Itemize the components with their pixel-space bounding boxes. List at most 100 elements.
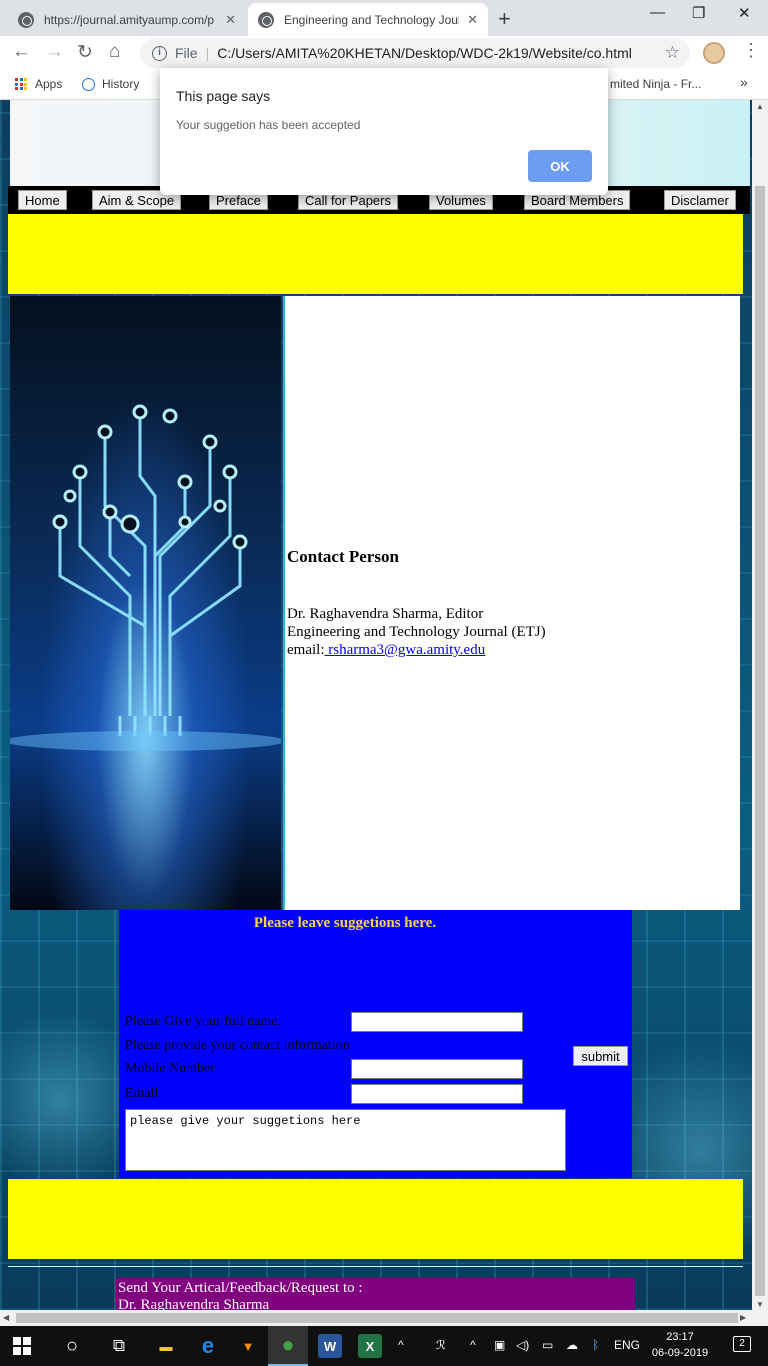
tab-title: Engineering and Technology Jour [284,12,460,27]
word-icon: W [318,1334,342,1358]
horizontal-scrollbar[interactable]: ◀ ▶ [0,1310,752,1326]
taskbar-excel[interactable]: X [350,1326,390,1366]
dialog-title: This page says [176,88,271,104]
history-icon [82,77,95,91]
contact-email-row: email: rsharma3@gwa.amity.edu [287,641,546,659]
url-text[interactable]: C:/Users/AMITA%20KHETAN/Desktop/WDC-2k19… [217,45,632,61]
people-icon[interactable]: ℛ [436,1338,446,1352]
tab-strip: https://journal.amityaump.com/p ✕ Engine… [0,0,768,36]
tray-chevron-icon[interactable]: ^ [470,1338,476,1352]
scheme-label: File [175,45,198,61]
form-title: Please leave suggetions here. [253,915,437,931]
minimize-button[interactable]: — [650,4,665,21]
bookmark-history[interactable]: History [82,77,139,91]
new-tab-button[interactable]: + [498,6,511,32]
task-view-button[interactable]: ⧉ [99,1326,139,1366]
tab-title: https://journal.amityaump.com/p [44,12,215,27]
tab-journal-amityaump[interactable]: https://journal.amityaump.com/p ✕ [8,3,246,36]
full-name-input[interactable] [351,1012,523,1032]
brave-icon: ▼ [241,1338,255,1354]
network-icon[interactable]: ▣ [494,1338,505,1352]
submit-button[interactable]: submit [573,1046,628,1066]
mobile-input[interactable] [351,1059,523,1079]
menu-icon[interactable]: ⋮ [742,40,760,61]
taskbar-chrome[interactable]: ● [268,1326,308,1366]
windows-taskbar: ○ ⧉ ▬ e ▼ ● W X ^ ℛ ^ ▣ ◁) ▭ ☁ ᛒ ENG 23:… [0,1326,768,1366]
taskbar-file-explorer[interactable]: ▬ [146,1326,186,1366]
task-view-icon: ⧉ [112,1336,126,1355]
windows-icon [13,1337,31,1355]
suggestion-form: Please leave suggetions here. Please Giv… [119,910,632,1178]
taskbar-brave[interactable]: ▼ [228,1326,268,1366]
reload-icon[interactable]: ↻ [77,41,93,64]
full-name-label: Please Give your full name: [125,1014,282,1029]
folder-icon: ▬ [159,1338,173,1354]
vertical-scroll-thumb[interactable] [755,186,765,1296]
nav-home-button[interactable]: Home [18,190,67,210]
scroll-down-icon[interactable]: ▼ [756,1300,764,1309]
horizontal-scroll-thumb[interactable] [16,1313,738,1323]
start-button[interactable] [2,1326,42,1366]
clock-date: 06-09-2019 [651,1347,709,1359]
excel-icon: X [358,1334,382,1358]
contact-journal: Engineering and Technology Journal (ETJ) [287,624,546,640]
scroll-left-icon[interactable]: ◀ [3,1313,9,1322]
suggestion-textarea[interactable]: please give your suggetions here [125,1109,566,1171]
taskbar-edge[interactable]: e [188,1326,228,1366]
forward-icon[interactable]: → [45,41,64,63]
bookmark-label: History [102,77,140,91]
scroll-right-icon[interactable]: ▶ [740,1313,746,1322]
search-button[interactable]: ○ [52,1326,92,1366]
feedback-line-2: Dr. Raghavendra Sharma [118,1297,270,1310]
close-tab-icon[interactable]: ✕ [467,12,478,28]
taskbar-word[interactable]: W [310,1326,350,1366]
back-icon[interactable]: ← [12,41,31,63]
email-link[interactable]: rsharma3@gwa.amity.edu [325,642,485,658]
bookmarks-overflow-icon[interactable]: » [740,74,748,90]
notifications-icon[interactable]: 2 [733,1336,751,1352]
page-viewport: Home Aim & Scope Preface Call for Papers… [0,100,752,1310]
globe-icon [258,11,274,28]
contact-details: Dr. Raghavendra Sharma, Editor Engineeri… [287,605,546,659]
close-window-button[interactable]: ✕ [738,4,751,22]
yellow-banner-top [8,214,743,294]
onedrive-icon[interactable]: ☁ [566,1338,578,1352]
divider-line [8,1266,743,1267]
overflow-chevron-icon[interactable]: ^ [398,1338,404,1352]
bookmark-label: Apps [35,77,63,91]
dialog-ok-button[interactable]: OK [528,150,592,182]
volume-icon[interactable]: ◁) [516,1338,529,1352]
battery-icon[interactable]: ▭ [542,1338,553,1352]
mobile-label: Mobile Number [125,1061,215,1076]
restore-button[interactable]: ❐ [692,4,705,22]
alert-dialog: This page says Your suggetion has been a… [160,68,608,195]
globe-icon [18,11,34,28]
chrome-icon: ● [281,1332,295,1357]
nav-disclamer-button[interactable]: Disclamer [664,190,736,210]
bookmark-apps[interactable]: Apps [15,77,62,91]
bookmark-limited-ninja[interactable]: mited Ninja - Fr... [610,77,701,91]
omnibox-divider: | [205,45,210,61]
close-tab-icon[interactable]: ✕ [225,12,236,28]
feedback-line-1: Send Your Artical/Feedback/Request to : [118,1280,363,1296]
email-label: email: [287,642,325,658]
clock-time: 23:17 [666,1331,694,1343]
vertical-scrollbar[interactable]: ▲ ▼ [752,100,768,1326]
profile-avatar[interactable] [703,42,725,64]
tab-engineering-journal[interactable]: Engineering and Technology Jour ✕ [248,3,488,36]
star-icon[interactable]: ☆ [665,43,680,63]
home-icon[interactable]: ⌂ [109,41,120,63]
address-bar[interactable]: i File | C:/Users/AMITA%20KHETAN/Desktop… [140,38,690,68]
contact-panel: Contact Person Dr. Raghavendra Sharma, E… [283,296,740,910]
email-input[interactable] [351,1084,523,1104]
language-indicator[interactable]: ENG [614,1338,640,1352]
apps-grid-icon [15,78,27,90]
info-icon[interactable]: i [152,45,167,61]
contact-heading: Contact Person [287,547,399,566]
search-icon: ○ [65,1334,79,1357]
clock[interactable]: 23:17 06-09-2019 [645,1329,715,1361]
bookmark-label: mited Ninja - Fr... [610,77,702,91]
bluetooth-icon[interactable]: ᛒ [592,1338,599,1352]
scroll-up-icon[interactable]: ▲ [756,102,764,111]
edge-icon: e [201,1333,215,1358]
